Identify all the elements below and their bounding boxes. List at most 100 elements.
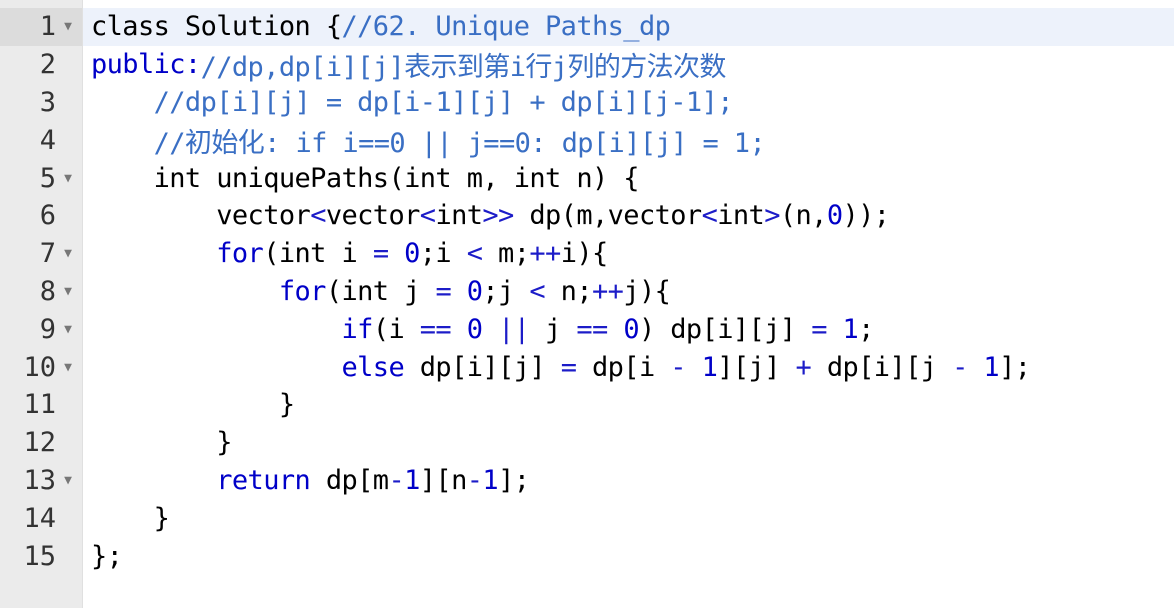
code-line-14[interactable]: 14 } [0, 499, 1174, 537]
code-text[interactable]: }; [83, 537, 1174, 575]
code-token: dp[i [576, 351, 671, 383]
gutter-cell: 3 [0, 84, 82, 122]
code-line-4[interactable]: 4 //初始化: if i==0 || j==0: dp[i][j] = 1; [0, 121, 1174, 159]
gutter-cell: 4 [0, 121, 82, 159]
number-token: 0 [404, 238, 420, 270]
code-text[interactable]: vector < vector < int >> dp(m,vector < int > (n, 0… [83, 197, 1174, 235]
code-line-13[interactable]: 13 ▼ return dp[m -1][n -1]; [0, 462, 1174, 500]
code-text[interactable]: class Solution {//62. Unique Paths_dp [83, 8, 1174, 46]
fold-triangle-down-icon[interactable]: ▼ [56, 360, 78, 375]
code-text[interactable]: } [83, 499, 1174, 537]
comment-token: //dp[i][j] = dp[i-1][j] + dp[i][j-1]; [153, 86, 734, 118]
code-token: class Solution { [91, 11, 342, 43]
line-number: 12 [23, 427, 56, 459]
line-number: 5 [39, 162, 56, 194]
code-text[interactable]: for (int i = 0 ;i < m; ++ i){ [83, 235, 1174, 273]
code-text[interactable]: } [83, 424, 1174, 462]
code-token: m; [482, 238, 530, 270]
gutter-cell: 12 [0, 424, 82, 462]
line-number: 7 [39, 238, 56, 270]
code-token: ]; [498, 464, 530, 496]
fold-triangle-down-icon[interactable]: ▼ [56, 322, 78, 337]
line-number: 2 [39, 49, 56, 81]
code-text[interactable]: //dp[i][j] = dp[i-1][j] + dp[i][j-1]; [83, 84, 1174, 122]
number-token: 0 [466, 313, 483, 345]
line-number: 10 [23, 351, 56, 383]
code-line-11[interactable]: 11 } [0, 386, 1174, 424]
operator-token: < [529, 275, 546, 307]
operator-token: - [670, 351, 686, 383]
fold-triangle-down-icon[interactable]: ▼ [56, 473, 78, 488]
code-text[interactable]: public://dp,dp[i][j]表示到第i行j列的方法次数 [83, 46, 1174, 84]
code-text[interactable]: for (int j = 0 ;j < n; ++ j){ [83, 273, 1174, 311]
operator-token: - [466, 464, 483, 496]
keyword-token: public: [91, 49, 201, 81]
keyword-token: else [341, 351, 405, 383]
code-text[interactable]: } [83, 386, 1174, 424]
code-line-2[interactable]: 2 public://dp,dp[i][j]表示到第i行j列的方法次数 [0, 46, 1174, 84]
gutter-cell: 2 [0, 46, 82, 84]
code-token: j [529, 313, 577, 345]
code-text[interactable]: if (i == 0 || j == 0) dp[i][j] = 1; [83, 310, 1174, 348]
operator-token: > [764, 200, 780, 232]
number-token: 0 [623, 313, 639, 345]
gutter-cell: 10 ▼ [0, 348, 82, 386]
keyword-token: for [216, 238, 264, 270]
code-token: } [91, 389, 295, 421]
code-text[interactable]: //初始化: if i==0 || j==0: dp[i][j] = 1; [83, 121, 1174, 159]
code-line-15[interactable]: 15 }; [0, 537, 1174, 575]
operator-token: = [435, 275, 452, 307]
code-line-3[interactable]: 3 //dp[i][j] = dp[i-1][j] + dp[i][j-1]; [0, 84, 1174, 122]
code-token: ; [858, 313, 874, 345]
code-text[interactable]: return dp[m -1][n -1]; [83, 462, 1174, 500]
operator-token: == [419, 313, 452, 345]
code-line-9[interactable]: 9 ▼ if (i == 0 || j == 0) dp[i][j] = 1; [0, 310, 1174, 348]
code-token: int uniquePaths(int m, int n) { [91, 162, 640, 194]
code-token: ][j] [717, 351, 796, 383]
code-token: } [91, 502, 170, 534]
code-token: n; [545, 275, 593, 307]
code-text[interactable]: int uniquePaths(int m, int n) { [83, 159, 1174, 197]
code-line-7[interactable]: 7 ▼ for (int i = 0 ;i < m; ++ i){ [0, 235, 1174, 273]
code-line-8[interactable]: 8 ▼ for (int j = 0 ;j < n; ++ j){ [0, 273, 1174, 311]
operator-token: < [419, 200, 436, 232]
line-number: 13 [23, 464, 56, 496]
line-number: 8 [39, 275, 56, 307]
operator-token: ++ [529, 238, 561, 270]
fold-triangle-down-icon[interactable]: ▼ [56, 284, 78, 299]
code-line-5[interactable]: 5 ▼ int uniquePaths(int m, int n) { [0, 159, 1174, 197]
code-token: ;i [419, 238, 467, 270]
operator-token: >> [482, 200, 514, 232]
code-token: }; [91, 540, 123, 572]
operator-token: < [310, 200, 326, 232]
operator-token: == [576, 313, 608, 345]
operator-token: < [466, 238, 483, 270]
number-token: 1 [701, 351, 718, 383]
code-line-10[interactable]: 10 ▼ else dp[i][j] = dp[i - 1][j] + dp[i… [0, 348, 1174, 386]
code-text[interactable]: else dp[i][j] = dp[i - 1][j] + dp[i][j -… [83, 348, 1174, 386]
code-line-1[interactable]: 1 ▼ class Solution {//62. Unique Paths_d… [0, 8, 1174, 46]
comment-token: //初始化: if i==0 || j==0: dp[i][j] = 1; [153, 127, 766, 159]
code-line-12[interactable]: 12 } [0, 424, 1174, 462]
gutter-cell: 11 [0, 386, 82, 424]
fold-triangle-down-icon[interactable]: ▼ [56, 19, 78, 34]
fold-triangle-down-icon[interactable]: ▼ [56, 246, 78, 261]
code-lines: 1 ▼ class Solution {//62. Unique Paths_d… [0, 8, 1174, 575]
code-token: j){ [623, 275, 671, 307]
fold-triangle-down-icon[interactable]: ▼ [56, 171, 78, 186]
code-editor[interactable]: 1 ▼ class Solution {//62. Unique Paths_d… [0, 0, 1174, 608]
line-number: 4 [39, 124, 56, 156]
gutter-cell: 6 [0, 197, 82, 235]
gutter-cell: 1 ▼ [0, 8, 82, 46]
keyword-token: for [278, 275, 327, 307]
code-token: vector [325, 200, 421, 232]
number-token: 1 [842, 313, 859, 345]
gutter-cell: 13 ▼ [0, 462, 82, 500]
code-line-6[interactable]: 6 vector < vector < int >> dp(m,vector < int > (n… [0, 197, 1174, 235]
